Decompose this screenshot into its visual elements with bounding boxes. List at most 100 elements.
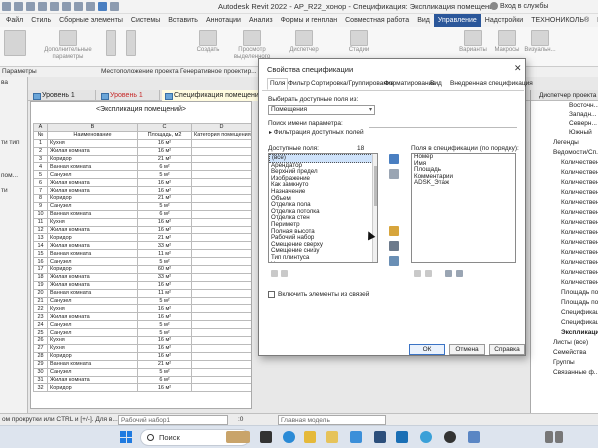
table-cell[interactable]: 60 м² <box>137 265 192 274</box>
calculated-value-icon[interactable] <box>389 241 399 251</box>
browser-item[interactable]: Площадь по... <box>561 289 598 296</box>
browser-item[interactable]: Количествен... <box>561 179 598 186</box>
browser-item[interactable]: Количествен... <box>561 279 598 286</box>
measure-icon[interactable] <box>62 2 71 11</box>
table-row[interactable]: 10 Ванная комната 6 м² <box>33 209 251 219</box>
ribbon-tab[interactable]: Аннотации <box>202 14 245 27</box>
table-cell[interactable]: 16 м² <box>137 304 192 314</box>
table-row[interactable]: 7 Жилая комната 16 м² <box>33 186 251 196</box>
table-cell[interactable]: Жилая комната <box>47 146 138 156</box>
table-cell[interactable]: 3 <box>33 154 48 164</box>
browser-item[interactable]: Количествен... <box>561 209 598 216</box>
column-letter[interactable]: A <box>33 123 48 132</box>
browser-item[interactable]: Спецификаци... <box>561 319 598 326</box>
table-cell[interactable]: 21 м² <box>137 154 192 164</box>
browser-item[interactable]: Количествен... <box>561 169 598 176</box>
table-cell[interactable]: Жилая комната <box>47 241 138 251</box>
table-cell[interactable]: 6 м² <box>137 375 192 385</box>
browser-item[interactable]: Количествен... <box>561 249 598 256</box>
table-cell[interactable]: Жилая комната <box>47 186 138 196</box>
table-cell[interactable]: Коридор <box>47 194 138 203</box>
table-row[interactable]: 5 Санузел 5 м² <box>33 170 251 180</box>
table-cell[interactable]: Кухня <box>47 343 138 353</box>
table-row[interactable]: 23 Жилая комната 16 м² <box>33 312 251 322</box>
table-cell[interactable] <box>191 280 251 290</box>
table-cell[interactable]: Коридор <box>47 265 138 274</box>
table-cell[interactable] <box>191 336 251 345</box>
table-cell[interactable] <box>191 383 251 393</box>
add-field-icon[interactable] <box>389 154 399 164</box>
table-cell[interactable]: 31 <box>33 375 48 385</box>
ribbon-tab[interactable]: ТЕХНОНИКОЛЬ® <box>527 14 593 27</box>
table-cell[interactable]: 16 м² <box>137 383 192 393</box>
table-cell[interactable] <box>191 375 251 385</box>
table-cell[interactable] <box>191 162 251 172</box>
table-cell[interactable] <box>191 217 251 227</box>
start-icon[interactable] <box>120 431 132 443</box>
workset-selector[interactable]: Рабочий набор1 <box>118 415 228 425</box>
table-cell[interactable]: Кухня <box>47 304 138 314</box>
column-header[interactable]: № <box>33 130 48 140</box>
browser-item[interactable]: Семейства <box>553 349 586 356</box>
column-letter[interactable]: C <box>137 123 192 132</box>
properties-item-2[interactable]: ти <box>1 187 8 194</box>
table-cell[interactable] <box>191 328 251 338</box>
table-cell[interactable] <box>191 138 251 148</box>
browser-item[interactable]: Легенды <box>553 139 579 146</box>
additional-params-button[interactable]: Дополнительные параметры <box>38 30 98 61</box>
table-row[interactable]: 16 Санузел 5 м² <box>33 257 251 267</box>
table-row[interactable]: 17 Коридор 60 м² <box>33 265 251 274</box>
table-cell[interactable]: 33 м² <box>137 241 192 251</box>
store-icon[interactable] <box>374 431 386 443</box>
table-row[interactable]: 9 Санузел 5 м² <box>33 201 251 211</box>
table-cell[interactable]: 5 <box>33 170 48 180</box>
table-cell[interactable]: 6 <box>33 178 48 188</box>
table-row[interactable]: 21 Санузел 5 м² <box>33 296 251 306</box>
column-header[interactable]: Наименование <box>47 130 138 140</box>
table-cell[interactable]: 10 <box>33 209 48 219</box>
table-cell[interactable]: 21 м² <box>137 233 192 243</box>
table-cell[interactable]: 16 м² <box>137 351 192 361</box>
browser-item[interactable]: Ведомости/Сп... <box>553 149 598 156</box>
explorer-icon[interactable] <box>326 431 338 443</box>
ribbon-tab[interactable]: Формы и генплан <box>277 14 342 27</box>
ribbon-tab[interactable]: Вид <box>413 14 434 27</box>
browser-item[interactable]: Группы <box>553 359 575 366</box>
ribbon-tab[interactable]: ModPlus <box>593 14 598 27</box>
ribbon-tab[interactable]: Вставить <box>164 14 202 27</box>
weather-icon[interactable] <box>226 431 250 443</box>
ribbon-small-icons-2[interactable] <box>124 30 138 57</box>
table-cell[interactable] <box>191 351 251 361</box>
table-cell[interactable]: 16 м² <box>137 280 192 290</box>
remove-field-icon[interactable] <box>389 169 399 179</box>
schedule-field-item[interactable]: ADSK_Этаж <box>412 180 515 187</box>
table-cell[interactable]: Санузел <box>47 257 138 267</box>
save-icon[interactable] <box>14 2 23 11</box>
table-cell[interactable]: 21 <box>33 296 48 306</box>
available-field-item[interactable]: Уровень <box>269 261 377 262</box>
table-cell[interactable]: Коридор <box>47 383 138 393</box>
table-cell[interactable]: 26 <box>33 336 48 345</box>
browser-item[interactable]: Листы (все) <box>553 339 588 346</box>
table-cell[interactable]: 16 м² <box>137 138 192 148</box>
column-header[interactable]: Категория помещения <box>191 130 251 140</box>
table-cell[interactable]: Санузел <box>47 296 138 306</box>
table-row[interactable]: 8 Коридор 21 м² <box>33 194 251 203</box>
tray-icon[interactable] <box>545 431 553 443</box>
table-cell[interactable]: Ванная комната <box>47 288 138 298</box>
visual-button[interactable]: Визуальн... <box>524 30 556 54</box>
table-cell[interactable]: 16 м² <box>137 146 192 156</box>
schedule-field-item[interactable]: Номер <box>412 154 515 161</box>
table-cell[interactable]: 17 <box>33 265 48 274</box>
close-icon[interactable]: ✕ <box>514 63 522 74</box>
table-cell[interactable]: 11 м² <box>137 288 192 298</box>
ribbon-tab[interactable]: Управление <box>433 14 481 27</box>
table-cell[interactable]: Жилая комната <box>47 375 138 385</box>
table-cell[interactable]: 22 <box>33 304 48 314</box>
table-cell[interactable] <box>191 146 251 156</box>
table-cell[interactable]: 29 <box>33 359 48 369</box>
ribbon-tab[interactable]: Совместная работа <box>341 14 413 27</box>
table-cell[interactable]: 32 <box>33 383 48 393</box>
browser-item[interactable]: Спецификаци... <box>561 309 598 316</box>
table-cell[interactable]: Санузел <box>47 170 138 180</box>
